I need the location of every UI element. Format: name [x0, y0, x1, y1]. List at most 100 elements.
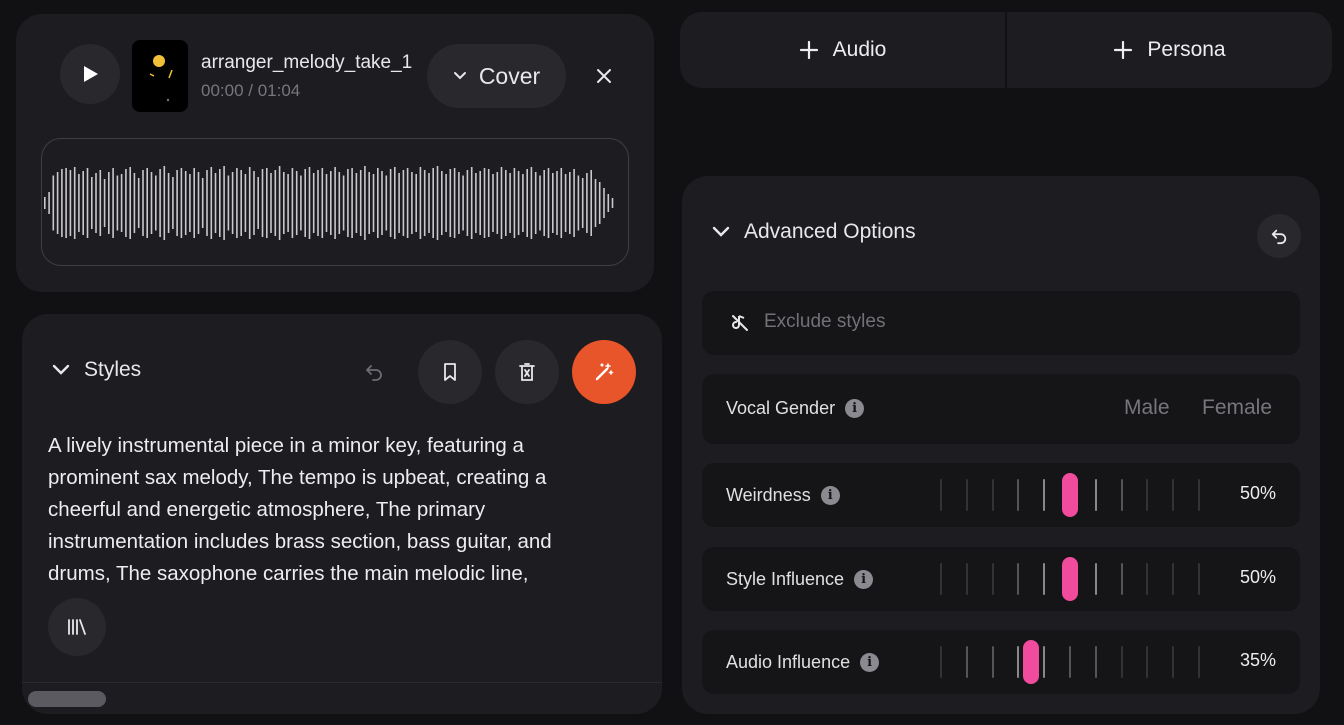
waveform-bar	[248, 167, 251, 239]
chevron-down-icon	[453, 72, 466, 80]
slider-tick	[965, 646, 968, 678]
waveform-bar	[496, 172, 499, 234]
waveform-bar	[355, 173, 358, 233]
waveform-bar	[321, 168, 324, 238]
waveform-bar	[385, 175, 388, 231]
waveform-bar	[82, 171, 84, 235]
waveform-bar	[475, 173, 477, 233]
add-persona-button[interactable]: Persona	[1007, 12, 1332, 88]
waveform-bar	[436, 166, 439, 240]
waveform-bar	[462, 175, 464, 231]
waveform-bar	[142, 170, 144, 236]
reset-button[interactable]	[1257, 214, 1301, 258]
close-icon	[597, 69, 611, 83]
waveform-bar	[487, 169, 490, 237]
slider-tick	[940, 479, 942, 511]
play-button[interactable]	[60, 44, 120, 104]
waveform-bar	[167, 173, 170, 233]
waveform-bar	[266, 168, 268, 238]
waveform-bar	[78, 174, 80, 232]
close-button[interactable]	[588, 60, 620, 92]
waveform-bar	[453, 168, 456, 238]
waveform-bar	[556, 171, 558, 235]
waveform-bar	[44, 197, 46, 209]
info-icon[interactable]: i	[845, 399, 865, 418]
style-library-button[interactable]	[48, 598, 106, 656]
slider-tick	[1043, 479, 1046, 511]
waveform-bar	[368, 172, 370, 234]
waveform-bar	[103, 179, 106, 227]
undo-button[interactable]	[342, 340, 406, 404]
waveform-bar	[577, 175, 580, 231]
add-audio-button[interactable]: Audio	[680, 12, 1005, 88]
styles-description[interactable]: A lively instrumental piece in a minor k…	[48, 430, 608, 590]
waveform-bar	[423, 170, 426, 236]
waveform-bar	[137, 178, 140, 228]
advanced-options-toggle[interactable]: Advanced Options	[712, 220, 916, 244]
waveform-bar	[505, 170, 507, 236]
waveform-bar	[458, 172, 460, 234]
info-icon[interactable]: i	[820, 486, 840, 505]
waveform-bar	[517, 171, 520, 235]
slider-tick	[1017, 563, 1020, 595]
slider-thumb[interactable]	[1062, 557, 1078, 601]
waveform-bar	[278, 166, 281, 240]
bookmark-button[interactable]	[418, 340, 482, 404]
waveform-bar	[466, 170, 469, 236]
waveform[interactable]	[41, 138, 629, 266]
waveform-bar	[607, 194, 610, 212]
waveform-bar	[415, 174, 417, 232]
info-icon[interactable]: i	[854, 570, 874, 589]
waveform-bar	[406, 168, 409, 238]
info-icon[interactable]: i	[860, 653, 880, 672]
waveform-bar	[381, 171, 383, 235]
chevron-down-icon	[52, 364, 70, 375]
slider-tick	[1172, 563, 1175, 595]
waveform-bar	[283, 172, 285, 234]
slider-tick	[1120, 646, 1123, 678]
weirdness-value: 50%	[1239, 483, 1276, 503]
waveform-bar	[73, 167, 76, 239]
waveform-bar	[594, 179, 597, 227]
waveform-bar	[112, 168, 114, 238]
delete-icon	[519, 363, 535, 381]
waveform-bar	[411, 172, 413, 234]
waveform-bar	[133, 173, 136, 233]
waveform-bar	[240, 170, 242, 236]
waveform-bar	[526, 169, 528, 237]
clear-button[interactable]	[495, 340, 559, 404]
waveform-bar	[530, 167, 533, 239]
weirdness-slider[interactable]	[938, 463, 1202, 527]
advanced-options-card: Advanced Options Exclude styles Vocal Ge…	[682, 176, 1320, 714]
waveform-bar	[441, 171, 443, 235]
play-icon	[84, 66, 98, 82]
waveform-bar	[334, 167, 336, 239]
audio-influence-slider[interactable]	[938, 630, 1202, 694]
add-audio-label: Audio	[832, 38, 887, 61]
waveform-bar	[91, 177, 93, 229]
waveform-bar	[449, 169, 452, 237]
slider-tick	[965, 563, 968, 595]
track-cover-thumbnail	[132, 40, 188, 112]
waveform-bar	[598, 182, 601, 224]
advanced-options-title: Advanced Options	[744, 220, 916, 243]
waveform-bar	[193, 168, 195, 238]
waveform-bar	[304, 169, 306, 237]
gender-option-female[interactable]: Female	[1202, 396, 1272, 420]
waveform-bar	[338, 172, 341, 234]
gender-option-male[interactable]: Male	[1124, 396, 1170, 420]
scrollbar-thumb[interactable]	[28, 691, 106, 707]
generate-styles-button[interactable]	[572, 340, 636, 404]
styles-toggle[interactable]: Styles	[52, 358, 141, 382]
horizontal-scrollbar[interactable]	[22, 682, 662, 714]
slider-thumb[interactable]	[1023, 640, 1040, 684]
waveform-bar	[330, 171, 332, 235]
mode-dropdown-button[interactable]: Cover	[427, 44, 566, 108]
slider-thumb[interactable]	[1062, 473, 1078, 517]
track-time: 00:00 / 01:04	[201, 81, 301, 100]
waveform-bar	[543, 170, 545, 236]
slider-tick	[1120, 563, 1123, 595]
exclude-icon	[732, 315, 748, 331]
style-influence-slider[interactable]	[938, 547, 1202, 611]
exclude-styles-field[interactable]: Exclude styles	[702, 291, 1300, 355]
